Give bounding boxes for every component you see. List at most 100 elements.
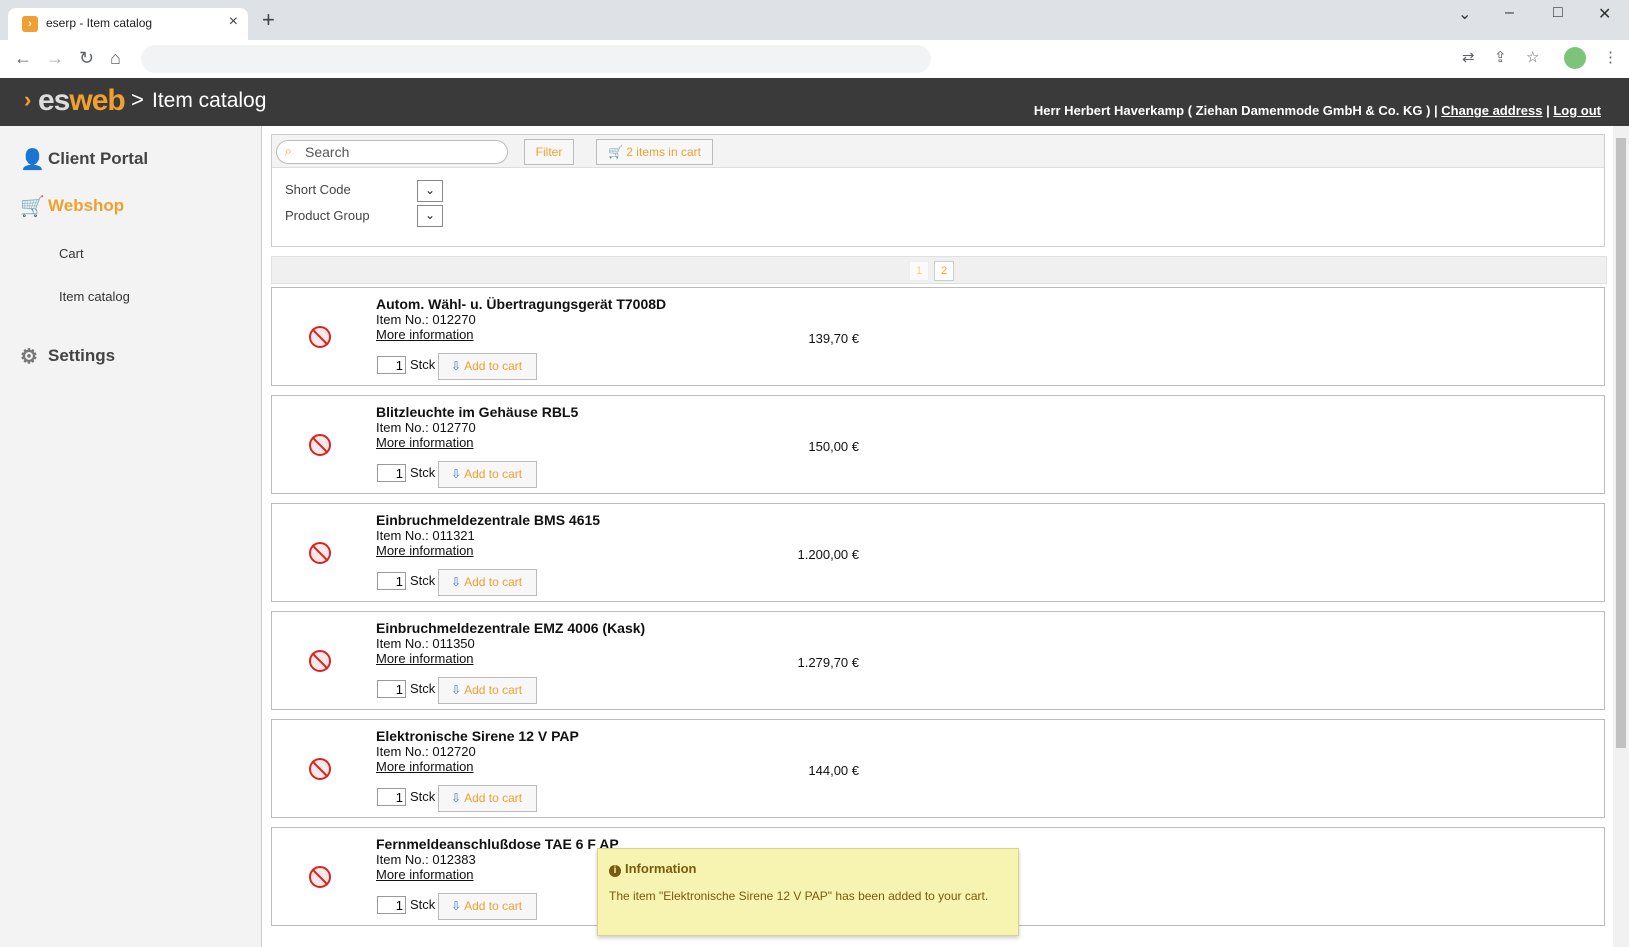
item-price: 1.279,70 € — [797, 655, 859, 670]
sidebar-item-client-portal[interactable]: 👤 Client Portal — [20, 147, 148, 172]
item-price: 144,00 € — [808, 763, 859, 778]
menu-kebab-icon[interactable]: ⋮ — [1603, 49, 1618, 67]
forward-icon[interactable]: → — [46, 48, 64, 68]
breadcrumb-separator: > — [131, 87, 144, 112]
search-placeholder: Search — [305, 144, 350, 160]
bookmark-star-icon[interactable]: ☆ — [1526, 49, 1539, 67]
add-cart-icon: ⇩ — [451, 467, 462, 481]
short-code-select[interactable]: ⌄ — [417, 180, 443, 202]
list-item: Elektronische Sirene 12 V PAP Item No.: 0… — [271, 719, 1605, 818]
unit-label: Stck — [410, 573, 436, 588]
notice-text: The item "Elektronische Sirene 12 V PAP"… — [609, 889, 989, 903]
item-name: Einbruchmeldezentrale EMZ 4006 (Kask) — [376, 620, 646, 636]
tab-search-icon[interactable]: ⌄ — [1458, 4, 1471, 24]
translate-icon[interactable]: ⇄ — [1462, 49, 1475, 67]
page-2[interactable]: 2 — [934, 261, 954, 281]
address-bar[interactable] — [141, 45, 931, 73]
gear-icon: ⚙ — [20, 346, 38, 368]
window-close-icon[interactable]: ✕ — [1598, 4, 1611, 24]
add-cart-icon: ⇩ — [451, 575, 462, 589]
back-icon[interactable]: ← — [14, 48, 32, 68]
no-image-icon — [309, 434, 331, 456]
quantity-input[interactable]: 1 — [377, 572, 406, 590]
share-icon[interactable]: ⇪ — [1494, 49, 1507, 67]
quantity-input[interactable]: 1 — [377, 680, 406, 698]
notice-title-text: Information — [625, 861, 697, 876]
add-to-cart-button[interactable]: ⇩ Add to cart — [438, 461, 537, 488]
quantity-input[interactable]: 1 — [377, 464, 406, 482]
more-information-link[interactable]: More information — [376, 327, 474, 342]
more-information-link[interactable]: More information — [376, 543, 474, 558]
logo[interactable]: esweb — [38, 84, 126, 118]
add-to-cart-button[interactable]: ⇩ Add to cart — [438, 569, 537, 596]
add-to-cart-label: Add to cart — [464, 899, 523, 913]
item-name: Blitzleuchte im Gehäuse RBL5 — [376, 404, 579, 420]
search-input[interactable]: ⌕ Search — [276, 140, 508, 164]
more-information-link[interactable]: More information — [376, 867, 474, 882]
chevron-down-icon: ⌄ — [424, 183, 436, 197]
quantity-input[interactable]: 1 — [377, 896, 406, 914]
product-group-select[interactable]: ⌄ — [417, 205, 443, 227]
sidebar-item-webshop[interactable]: 🛒 Webshop — [20, 194, 124, 219]
search-bar: ⌕ Search Filter 🛒 2 items in cart — [272, 135, 1604, 168]
logout-link[interactable]: Log out — [1553, 103, 1601, 118]
add-to-cart-button[interactable]: ⇩ Add to cart — [438, 785, 537, 812]
no-image-icon — [309, 866, 331, 888]
add-cart-icon: ⇩ — [451, 683, 462, 697]
add-to-cart-button[interactable]: ⇩ Add to cart — [438, 893, 537, 920]
logo-web: web — [69, 84, 125, 117]
cart-status-button[interactable]: 🛒 2 items in cart — [596, 139, 713, 165]
quantity-input[interactable]: 1 — [377, 356, 406, 374]
search-icon: ⌕ — [285, 144, 292, 158]
sidebar-item-settings[interactable]: ⚙ Settings — [20, 344, 115, 369]
home-icon[interactable]: ⌂ — [110, 48, 121, 68]
page-scrollbar[interactable] — [1613, 126, 1629, 947]
minimize-icon[interactable]: – — [1505, 4, 1514, 22]
add-to-cart-label: Add to cart — [464, 467, 523, 481]
list-item: Einbruchmeldezentrale BMS 4615 Item No.: … — [271, 503, 1605, 602]
no-image-icon — [309, 650, 331, 672]
more-information-link[interactable]: More information — [376, 759, 474, 774]
add-to-cart-label: Add to cart — [464, 791, 523, 805]
change-address-link[interactable]: Change address — [1441, 103, 1542, 118]
list-item: Blitzleuchte im Gehäuse RBL5 Item No.: 01… — [271, 395, 1605, 494]
item-name: Fernmeldeanschlußdose TAE 6 F AP — [376, 836, 619, 852]
search-panel: ⌕ Search Filter 🛒 2 items in cart Short … — [271, 134, 1605, 247]
sidebar-item-label: Webshop — [48, 195, 125, 215]
product-group-label: Product Group — [285, 208, 370, 223]
item-price: 150,00 € — [808, 439, 859, 454]
item-name: Autom. Wähl- u. Übertragungsgerät T7008D — [376, 296, 667, 312]
profile-avatar[interactable] — [1564, 47, 1586, 69]
short-code-label: Short Code — [285, 182, 351, 197]
reload-icon[interactable]: ↻ — [79, 48, 94, 68]
item-name: Elektronische Sirene 12 V PAP — [376, 728, 579, 744]
page-1[interactable]: 1 — [909, 261, 929, 281]
add-to-cart-button[interactable]: ⇩ Add to cart — [438, 353, 537, 380]
scrollbar-thumb[interactable] — [1616, 138, 1626, 748]
sidebar-item-item-catalog[interactable]: Item catalog — [59, 289, 130, 304]
sidebar-item-cart[interactable]: Cart — [59, 246, 84, 261]
logo-es: es — [38, 84, 70, 117]
quantity-input[interactable]: 1 — [377, 788, 406, 806]
tab-title: eserp - Item catalog — [46, 16, 153, 30]
add-to-cart-button[interactable]: ⇩ Add to cart — [438, 677, 537, 704]
filter-button[interactable]: Filter — [524, 139, 574, 165]
browser-tab[interactable]: › eserp - Item catalog × — [8, 8, 248, 40]
item-number: Item No.: 011321 — [376, 528, 475, 543]
user-info: Herr Herbert Haverkamp ( Ziehan Damenmod… — [1034, 103, 1601, 118]
more-information-link[interactable]: More information — [376, 435, 474, 450]
unit-label: Stck — [410, 357, 436, 372]
user-divider: | — [1546, 103, 1550, 118]
cart-small-icon: 🛒 — [608, 145, 627, 159]
no-image-icon — [309, 758, 331, 780]
add-to-cart-label: Add to cart — [464, 683, 523, 697]
pagination: 1 2 — [271, 256, 1607, 284]
maximize-icon[interactable]: □ — [1553, 4, 1563, 22]
more-information-link[interactable]: More information — [376, 651, 474, 666]
no-image-icon — [309, 326, 331, 348]
new-tab-button[interactable]: + — [262, 9, 275, 31]
unit-label: Stck — [410, 789, 436, 804]
browser-tabbar: › eserp - Item catalog × + ⌄ – □ ✕ — [0, 0, 1629, 40]
list-item: Autom. Wähl- u. Übertragungsgerät T7008D… — [271, 287, 1605, 386]
tab-close-icon[interactable]: × — [229, 13, 238, 31]
